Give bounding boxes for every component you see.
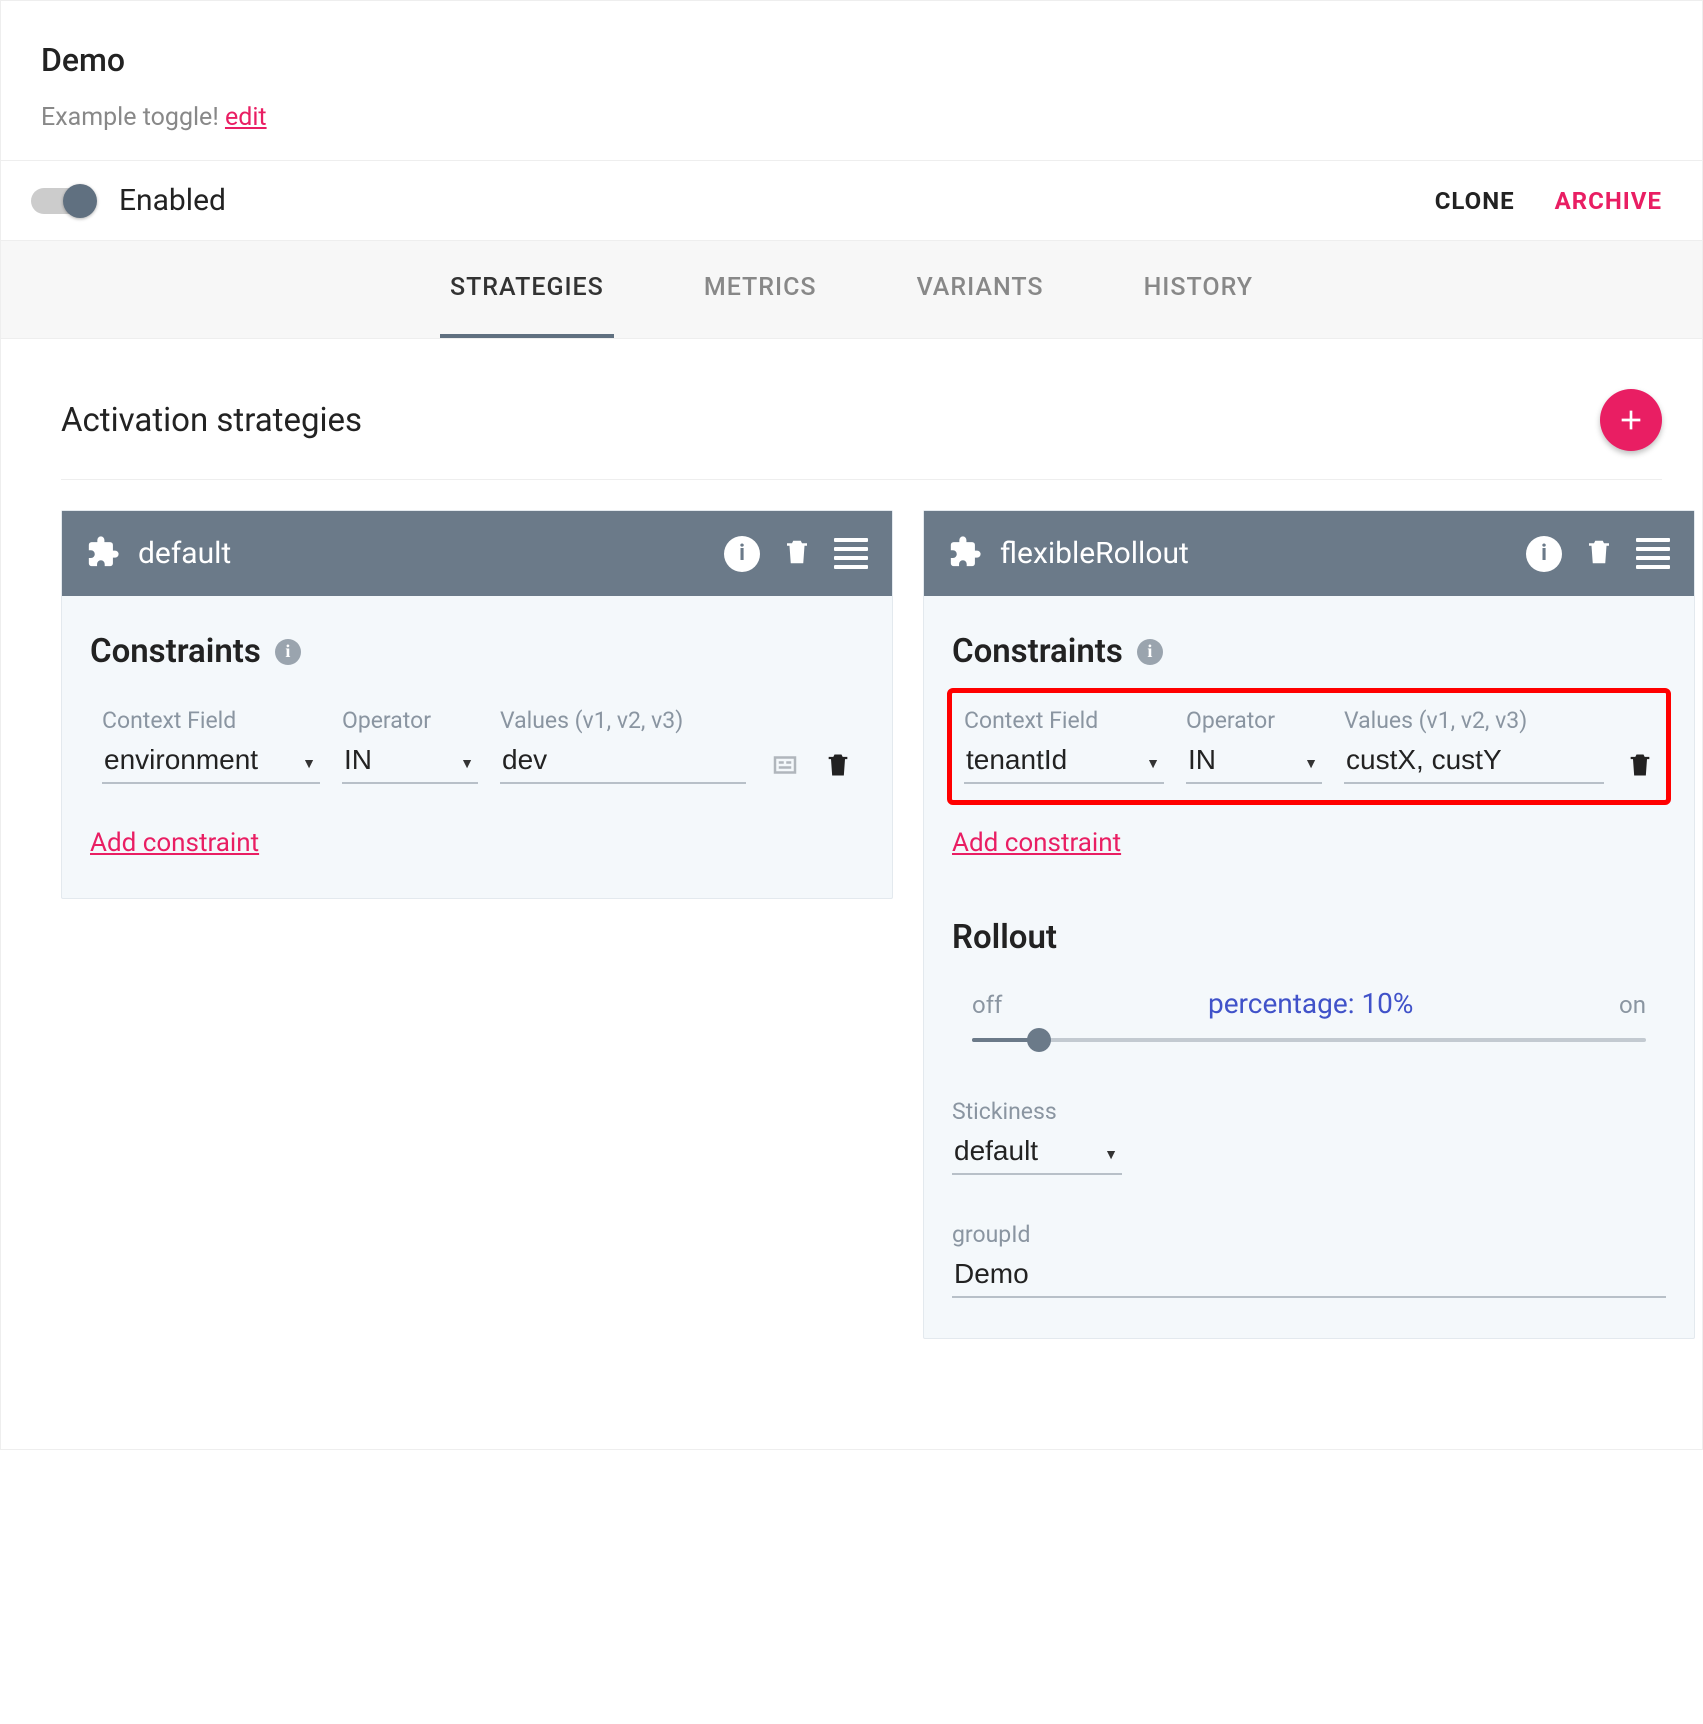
card-header: default i: [62, 511, 892, 596]
card-header-actions: i: [1526, 533, 1670, 574]
tabs: STRATEGIES METRICS VARIANTS HISTORY: [1, 241, 1702, 339]
activation-title: Activation strategies: [61, 401, 362, 440]
slider-thumb[interactable]: [1027, 1028, 1051, 1052]
reorder-icon[interactable]: [834, 533, 868, 574]
context-field: Context Field ▼: [102, 707, 320, 784]
stickiness-label: Stickiness: [952, 1098, 1666, 1125]
rollout-slider[interactable]: [972, 1028, 1646, 1052]
slider-percent-label: percentage: 10%: [1208, 987, 1413, 1020]
context-field-value[interactable]: [964, 740, 1164, 784]
operator-select[interactable]: ▼: [1186, 740, 1322, 784]
slider-off-label: off: [972, 991, 1002, 1019]
constraints-info-icon[interactable]: i: [1137, 639, 1163, 665]
values-input[interactable]: [500, 740, 746, 784]
operator-value[interactable]: [342, 740, 478, 784]
slider-labels: off percentage: 10% on: [972, 987, 1646, 1020]
context-field-select[interactable]: ▼: [964, 740, 1164, 784]
strategy-card-flexible-rollout: flexibleRollout i Constraints i: [923, 510, 1695, 1339]
add-constraint-link[interactable]: Add constraint: [90, 828, 259, 858]
strategy-card-default: default i Constraints i: [61, 510, 893, 899]
add-constraint-link[interactable]: Add constraint: [952, 828, 1121, 858]
operator-value[interactable]: [1186, 740, 1322, 784]
activation-header: Activation strategies: [61, 389, 1662, 480]
plus-icon: [1615, 404, 1647, 436]
card-title: default: [138, 536, 231, 571]
card-header-left: flexibleRollout: [948, 535, 1189, 573]
delete-constraint-button[interactable]: [824, 750, 852, 784]
card-body: Constraints i Context Field ▼ Opera: [62, 596, 892, 898]
puzzle-icon: [948, 535, 982, 573]
add-strategy-button[interactable]: [1600, 389, 1662, 451]
enabled-toggle[interactable]: [31, 188, 93, 214]
tab-metrics[interactable]: METRICS: [694, 241, 827, 338]
constraints-header: Constraints i: [952, 632, 1666, 671]
values-label: Values (v1, v2, v3): [500, 707, 746, 734]
values-label: Values (v1, v2, v3): [1344, 707, 1604, 734]
constraints-title: Constraints: [90, 632, 261, 671]
values-input[interactable]: [1344, 740, 1604, 784]
context-field: Context Field ▼: [964, 707, 1164, 784]
delete-strategy-button[interactable]: [1584, 536, 1614, 572]
enable-actions: CLONE ARCHIVE: [1435, 187, 1662, 215]
reorder-icon[interactable]: [1636, 533, 1670, 574]
enabled-label: Enabled: [119, 183, 226, 218]
operator-label: Operator: [342, 707, 478, 734]
constraints-header: Constraints i: [90, 632, 864, 671]
rollout-slider-wrap: off percentage: 10% on: [952, 987, 1666, 1052]
slider-on-label: on: [1619, 991, 1646, 1019]
context-field-select[interactable]: ▼: [102, 740, 320, 784]
delete-strategy-button[interactable]: [782, 536, 812, 572]
enable-left: Enabled: [31, 183, 226, 218]
header: Demo Example toggle! edit: [1, 1, 1702, 161]
constraint-row-highlighted: Context Field ▼ Operator ▼: [947, 688, 1671, 805]
card-title: flexibleRollout: [1000, 536, 1189, 571]
strategies: default i Constraints i: [61, 510, 1662, 1339]
operator-select[interactable]: ▼: [342, 740, 478, 784]
operator-field: Operator ▼: [1186, 707, 1322, 784]
page-title: Demo: [41, 41, 1662, 79]
card-header-actions: i: [724, 533, 868, 574]
enable-bar: Enabled CLONE ARCHIVE: [1, 161, 1702, 241]
tab-variants[interactable]: VARIANTS: [907, 241, 1054, 338]
page-subtitle: Example toggle! edit: [41, 103, 1662, 132]
delete-constraint-button[interactable]: [1626, 750, 1654, 784]
constraint-row: Context Field ▼ Operator ▼: [90, 693, 864, 800]
context-field-value[interactable]: [102, 740, 320, 784]
content: Activation strategies default i: [1, 339, 1702, 1349]
card-icon[interactable]: [768, 750, 802, 784]
constraints-info-icon[interactable]: i: [275, 639, 301, 665]
archive-button[interactable]: ARCHIVE: [1555, 187, 1662, 215]
rollout-title: Rollout: [952, 918, 1666, 957]
page: Demo Example toggle! edit Enabled CLONE …: [0, 0, 1703, 1450]
slider-track: [972, 1038, 1646, 1042]
tab-history[interactable]: HISTORY: [1134, 241, 1264, 338]
operator-label: Operator: [1186, 707, 1322, 734]
card-header-left: default: [86, 535, 231, 573]
values-field: Values (v1, v2, v3): [1344, 707, 1604, 784]
subtitle-text: Example toggle!: [41, 103, 219, 132]
toggle-knob: [63, 184, 97, 218]
info-icon[interactable]: i: [724, 536, 760, 572]
info-icon[interactable]: i: [1526, 536, 1562, 572]
stickiness-value[interactable]: [952, 1131, 1122, 1175]
groupid-input[interactable]: [952, 1254, 1666, 1298]
card-body: Constraints i Context Field ▼ Opera: [924, 596, 1694, 1338]
stickiness-select[interactable]: ▼: [952, 1131, 1122, 1175]
clone-button[interactable]: CLONE: [1435, 187, 1515, 215]
context-field-label: Context Field: [964, 707, 1164, 734]
puzzle-icon: [86, 535, 120, 573]
constraints-title: Constraints: [952, 632, 1123, 671]
card-header: flexibleRollout i: [924, 511, 1694, 596]
tab-strategies[interactable]: STRATEGIES: [440, 241, 614, 338]
operator-field: Operator ▼: [342, 707, 478, 784]
context-field-label: Context Field: [102, 707, 320, 734]
groupid-label: groupId: [952, 1221, 1666, 1248]
edit-link[interactable]: edit: [225, 103, 267, 132]
values-field: Values (v1, v2, v3): [500, 707, 746, 784]
